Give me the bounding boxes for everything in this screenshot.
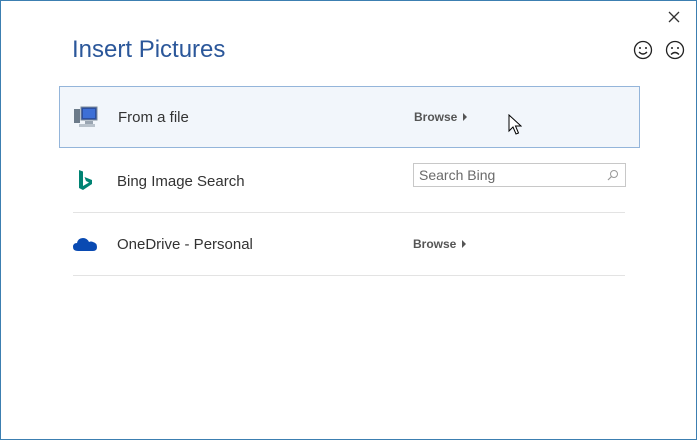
mouse-pointer-icon xyxy=(508,114,522,135)
source-bing: Bing Image Search xyxy=(59,150,640,212)
browse-label: Browse xyxy=(413,237,457,251)
arrow-right-icon xyxy=(462,240,467,248)
source-label: From a file xyxy=(118,108,189,126)
search-button[interactable] xyxy=(605,166,620,184)
search-icon xyxy=(607,170,618,181)
smile-icon xyxy=(633,40,653,60)
browse-onedrive-button[interactable]: Browse xyxy=(413,237,467,251)
bing-search-box xyxy=(413,163,626,187)
dialog-title: Insert Pictures xyxy=(72,36,226,63)
insert-pictures-dialog: Insert Pictures From a file Browse Bing … xyxy=(0,0,697,440)
browse-file-button[interactable]: Browse xyxy=(414,110,468,124)
smile-button[interactable] xyxy=(632,39,654,61)
bing-search-input[interactable] xyxy=(414,165,605,185)
source-label: OneDrive - Personal xyxy=(117,235,253,253)
source-label: Bing Image Search xyxy=(117,172,245,190)
frown-icon xyxy=(665,40,685,60)
close-button[interactable] xyxy=(666,9,682,25)
bing-icon xyxy=(72,168,98,194)
onedrive-cloud-icon xyxy=(72,231,98,257)
close-icon xyxy=(668,11,680,23)
arrow-right-icon xyxy=(463,113,468,121)
feedback-buttons xyxy=(632,39,686,61)
frown-button[interactable] xyxy=(664,39,686,61)
computer-icon xyxy=(73,104,99,130)
browse-label: Browse xyxy=(414,110,458,124)
divider xyxy=(73,275,625,276)
source-from-file[interactable]: From a file Browse xyxy=(59,86,640,148)
source-onedrive[interactable]: OneDrive - Personal Browse xyxy=(59,213,640,275)
